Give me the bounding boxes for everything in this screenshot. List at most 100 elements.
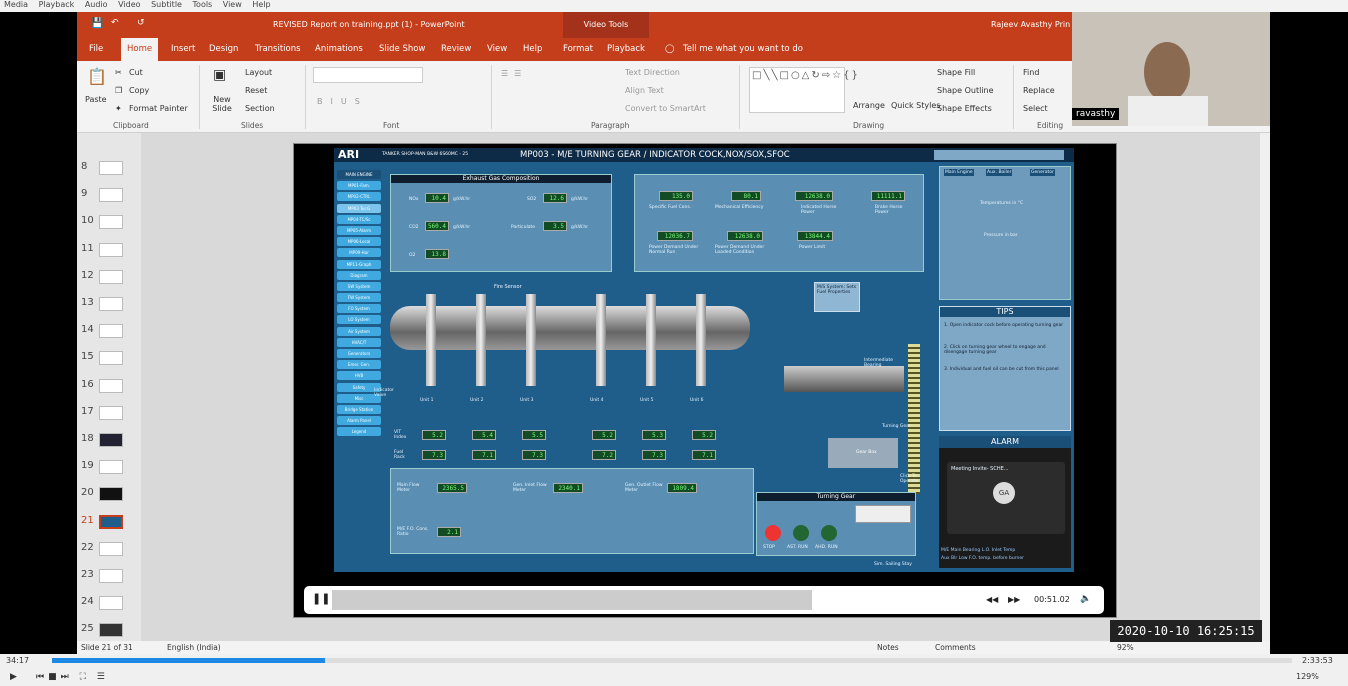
quick-styles-button[interactable]: Quick Styles (891, 101, 940, 110)
paste-button[interactable]: Paste (85, 95, 107, 104)
embedded-video[interactable]: ARI TANKER SHOP-MAN B&W 6S60MC - 25 MP00… (293, 143, 1117, 618)
redo-icon[interactable]: ↺ (137, 18, 145, 28)
speaker-icon[interactable]: 🔈 (1080, 594, 1091, 604)
section-button[interactable]: Section (245, 104, 275, 113)
rewind-icon[interactable]: ◀◀ (986, 595, 998, 604)
sim-btn[interactable]: Generators (337, 349, 381, 358)
player-controls-icons[interactable]: ⏮■⏭ ⛶ ☰ (36, 672, 109, 682)
font-format-buttons[interactable]: BIUS (317, 97, 368, 106)
shape-fill-button[interactable]: Shape Fill (937, 68, 975, 77)
play-icon[interactable]: ▶ (10, 672, 17, 682)
tell-me-search[interactable]: Tell me what you want to do (683, 44, 803, 54)
tab-playback[interactable]: Playback (607, 44, 645, 54)
reset-button[interactable]: Reset (245, 86, 267, 95)
cylinder-unit-4[interactable] (596, 294, 606, 386)
tab-review[interactable]: Review (441, 44, 471, 54)
replace-button[interactable]: Replace (1023, 86, 1055, 95)
sim-btn[interactable]: Bridge Station (337, 404, 381, 414)
layout-button[interactable]: Layout (245, 68, 272, 77)
pause-icon[interactable]: ❚❚ (312, 592, 330, 605)
menu-tools[interactable]: Tools (193, 0, 213, 9)
tab-generator[interactable]: Generator (1030, 169, 1055, 176)
tab-animations[interactable]: Animations (315, 44, 363, 54)
slide-thumb[interactable] (99, 215, 123, 229)
ahead-run-button[interactable] (821, 525, 837, 541)
format-painter-button[interactable]: Format Painter (129, 104, 188, 113)
text-direction-button[interactable]: Text Direction (625, 68, 680, 77)
slide-thumb[interactable] (99, 324, 123, 338)
font-name-box[interactable] (313, 67, 423, 83)
tab-format[interactable]: Format (563, 44, 593, 54)
menu-audio[interactable]: Audio (85, 0, 108, 9)
comments-button[interactable]: Comments (935, 643, 976, 652)
sim-btn[interactable]: MP05-Alarm (337, 225, 381, 235)
align-text-button[interactable]: Align Text (625, 86, 664, 95)
new-slide-button[interactable]: New Slide (207, 95, 237, 113)
sim-btn[interactable]: MP04-TC/Sc (337, 214, 381, 224)
slide-thumb[interactable] (99, 433, 123, 447)
copy-button[interactable]: Copy (129, 86, 149, 95)
shape-effects-button[interactable]: Shape Effects (937, 104, 992, 113)
slide-thumb[interactable] (99, 161, 123, 175)
undo-icon[interactable]: ↶ (111, 18, 119, 28)
slide-thumb[interactable] (99, 297, 123, 311)
tab-help[interactable]: Help (523, 44, 542, 54)
slide-thumb[interactable] (99, 542, 123, 556)
slide-thumb[interactable] (99, 623, 123, 637)
sim-btn[interactable]: MP01-Fam. (337, 181, 381, 191)
shape-outline-button[interactable]: Shape Outline (937, 86, 994, 95)
volume-level[interactable]: 129% (1296, 672, 1319, 681)
tab-transitions[interactable]: Transitions (255, 44, 301, 54)
cylinder-unit-5[interactable] (646, 294, 656, 386)
forward-icon[interactable]: ▶▶ (1008, 595, 1020, 604)
slide-thumb[interactable] (99, 596, 123, 610)
tab-home[interactable]: Home (121, 38, 159, 61)
tab-aux-boiler[interactable]: Aux. Boiler (986, 169, 1013, 176)
arrange-button[interactable]: Arrange (853, 101, 885, 110)
sim-btn[interactable]: LO System (337, 315, 381, 325)
cylinder-unit-6[interactable] (696, 294, 706, 386)
sim-btn[interactable]: Air System (337, 326, 381, 336)
select-button[interactable]: Select (1023, 104, 1048, 113)
sim-btn[interactable]: MP09-Har (337, 248, 381, 258)
gear-box[interactable]: Gear Box (828, 438, 898, 468)
slide-thumb[interactable] (99, 460, 123, 474)
sim-btn-main-engine[interactable]: MAIN ENGINE (337, 170, 381, 179)
list-buttons[interactable]: ☰☰ (501, 69, 527, 78)
sim-toolbar[interactable] (934, 150, 1064, 160)
slide-thumb[interactable] (99, 188, 123, 202)
menu-view[interactable]: View (223, 0, 242, 9)
meeting-notification[interactable]: Meeting Invite- SCHE... GA (947, 462, 1065, 534)
slide-thumb[interactable] (99, 406, 123, 420)
slide-thumb[interactable] (99, 351, 123, 365)
sim-btn-active[interactable]: MP03 Tur.G (337, 203, 381, 213)
tab-file[interactable]: File (89, 44, 103, 54)
sim-btn[interactable]: HVB (337, 371, 381, 381)
stop-button[interactable] (765, 525, 781, 541)
language-indicator[interactable]: English (India) (167, 643, 221, 652)
sim-btn[interactable]: Legend (337, 427, 381, 437)
slide-thumb[interactable] (99, 270, 123, 284)
cut-button[interactable]: Cut (129, 68, 143, 77)
slide-thumb[interactable] (99, 569, 123, 583)
zoom-level[interactable]: 92% (1117, 643, 1134, 652)
seek-bar[interactable] (52, 658, 1292, 663)
slide-thumb[interactable] (99, 243, 123, 257)
find-button[interactable]: Find (1023, 68, 1039, 77)
sim-btn[interactable]: FW System (337, 293, 381, 303)
menu-media[interactable]: Media (4, 0, 28, 9)
menu-help[interactable]: Help (252, 0, 270, 9)
tab-design[interactable]: Design (209, 44, 238, 54)
video-progress[interactable] (332, 590, 812, 610)
tab-insert[interactable]: Insert (171, 44, 195, 54)
sim-btn[interactable]: Emer. Gen. (337, 360, 381, 370)
astern-run-button[interactable] (793, 525, 809, 541)
tab-view[interactable]: View (487, 44, 507, 54)
tab-main-engine[interactable]: Main Engine (944, 169, 974, 176)
sim-btn[interactable]: MP11-Graph (337, 259, 381, 269)
sim-btn[interactable]: Diagram (337, 270, 381, 280)
notes-button[interactable]: Notes (877, 643, 899, 652)
cylinder-unit-3[interactable] (526, 294, 536, 386)
sim-btn[interactable]: SW System (337, 281, 381, 291)
tab-slide-show[interactable]: Slide Show (379, 44, 425, 54)
